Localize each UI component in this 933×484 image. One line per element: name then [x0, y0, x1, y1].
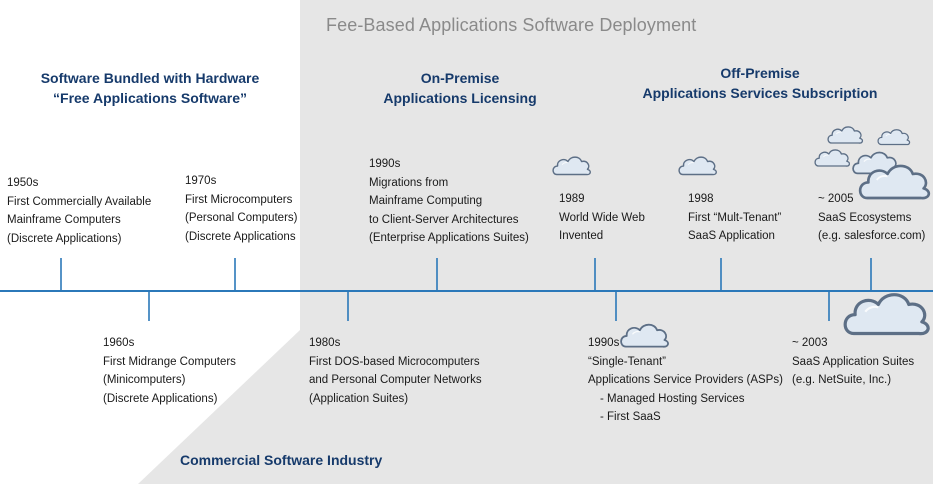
event-line: Mainframe Computers [7, 214, 121, 226]
event-1970s: 1970s First Microcomputers (Personal Com… [185, 172, 297, 246]
event-year: 1998 [688, 193, 714, 205]
event-year: 1990s [369, 158, 401, 170]
event-2005: ~ 2005 SaaS Ecosystems (e.g. salesforce.… [818, 190, 925, 246]
event-year: 1950s [7, 177, 39, 189]
event-1990s-asp: 1990s “Single-Tenant” Applications Servi… [588, 334, 783, 427]
heading-line: On-Premise [420, 70, 500, 86]
event-1950s: 1950s First Commercially Available Mainf… [7, 174, 151, 248]
event-year: 1970s [185, 175, 217, 187]
footer-label: Commercial Software Industry [180, 452, 383, 468]
heading-line: Applications Services Subscription [642, 85, 878, 101]
heading-line: “Free Applications Software” [53, 90, 247, 106]
event-line: SaaS Application Suites [792, 355, 915, 368]
event-line: (Discrete Applications) [7, 232, 122, 245]
event-1990s-migration: 1990s Migrations from Mainframe Computin… [369, 155, 529, 248]
heading-line: Software Bundled with Hardware [40, 70, 260, 86]
event-year: ~ 2003 [792, 337, 828, 349]
event-line: - First SaaS [600, 411, 661, 423]
event-year: 1990s [588, 337, 620, 349]
event-line: SaaS Ecosystems [818, 211, 912, 224]
event-1960s: 1960s First Midrange Computers (Minicomp… [103, 334, 236, 408]
heading-off-premise: Off-Premise Applications Services Subscr… [630, 63, 890, 103]
timeline-diagram: Fee-Based Applications Software Deployme… [0, 0, 933, 484]
event-line: (e.g. NetSuite, Inc.) [792, 374, 892, 386]
event-line: - Managed Hosting Services [600, 392, 745, 405]
event-1980s: 1980s First DOS-based Microcomputers and… [309, 334, 482, 408]
event-line: SaaS Application [688, 230, 775, 242]
heading-on-premise: On-Premise Applications Licensing [360, 68, 560, 108]
event-line: and Personal Computer Networks [309, 374, 482, 386]
event-line: to Client-Server Architectures [369, 213, 519, 226]
heading-line: Applications Licensing [383, 90, 537, 106]
event-line: Mainframe Computing [369, 195, 483, 207]
event-line: (Enterprise Applications Suites) [369, 232, 529, 244]
event-line: (e.g. salesforce.com) [818, 230, 926, 242]
event-line: World Wide Web [559, 211, 645, 224]
top-band-title: Fee-Based Applications Software Deployme… [326, 15, 697, 35]
event-line: First DOS-based Microcomputers [309, 355, 480, 368]
event-line: First “Mult-Tenant” [688, 211, 782, 224]
heading-line: Off-Premise [720, 65, 800, 81]
event-1989: 1989 World Wide Web Invented [559, 190, 645, 246]
heading-bundled: Software Bundled with Hardware “Free App… [6, 68, 294, 108]
event-line: Applications Service Providers (ASPs) [588, 374, 783, 386]
event-line: (Personal Computers) [185, 212, 298, 224]
event-line: (Minicomputers) [103, 374, 186, 386]
event-line: Invented [559, 230, 604, 242]
event-line: First Commercially Available [7, 195, 152, 208]
event-line: First Microcomputers [185, 193, 293, 206]
event-year: 1960s [103, 337, 135, 349]
event-year: ~ 2005 [818, 193, 854, 205]
event-year: 1980s [309, 337, 341, 349]
event-line: (Application Suites) [309, 392, 409, 405]
event-line: (Discrete Applications [185, 230, 296, 243]
event-line: Migrations from [369, 176, 449, 189]
event-line: “Single-Tenant” [588, 355, 666, 368]
event-line: First Midrange Computers [103, 355, 236, 368]
event-2003: ~ 2003 SaaS Application Suites (e.g. Net… [792, 334, 914, 390]
event-1998: 1998 First “Mult-Tenant” SaaS Applicatio… [688, 190, 781, 246]
event-line: (Discrete Applications) [103, 392, 218, 405]
event-year: 1989 [559, 193, 585, 205]
